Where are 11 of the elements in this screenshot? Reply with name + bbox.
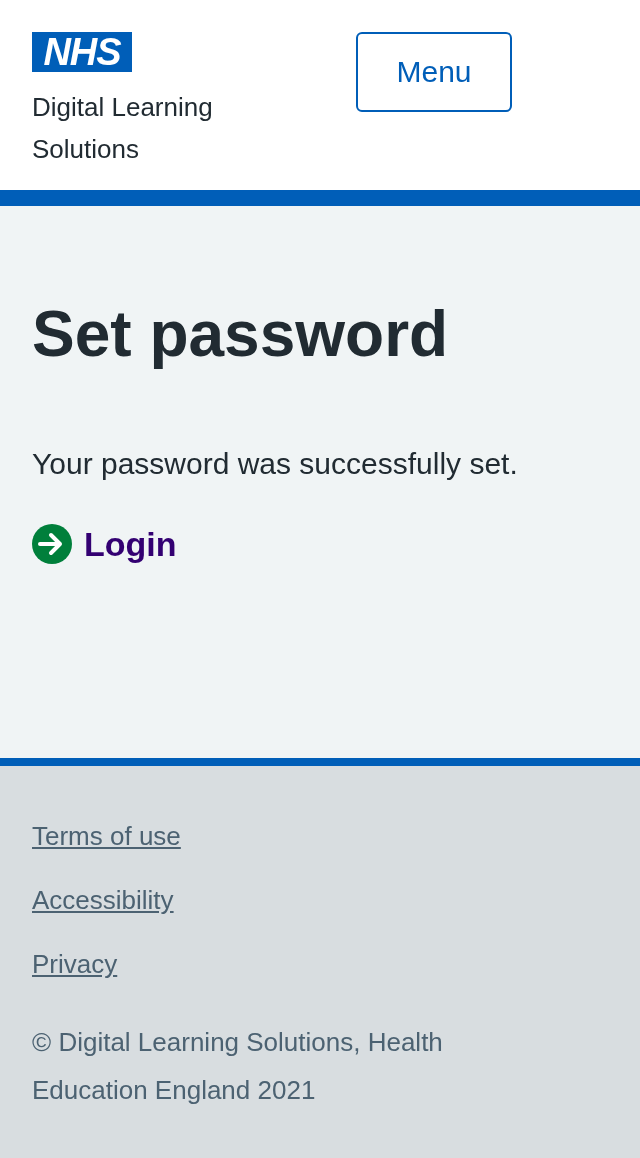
footer-link[interactable]: Accessibility <box>32 885 174 915</box>
menu-button[interactable]: Menu <box>356 32 512 112</box>
nhs-logo[interactable]: NHS <box>32 32 132 72</box>
login-link[interactable]: Login <box>84 522 177 566</box>
service-name: Digital Learning Solutions <box>32 91 214 166</box>
copyright-text: © Digital Learning Solutions, Health Education England 2021 <box>32 1026 444 1107</box>
footer-link[interactable]: Terms of use <box>32 821 181 851</box>
page-title: Set password <box>32 297 450 372</box>
arrow-right-icon <box>32 524 72 564</box>
footer-link[interactable]: Privacy <box>32 949 118 979</box>
success-message: Your password was successfully set. <box>32 446 519 482</box>
